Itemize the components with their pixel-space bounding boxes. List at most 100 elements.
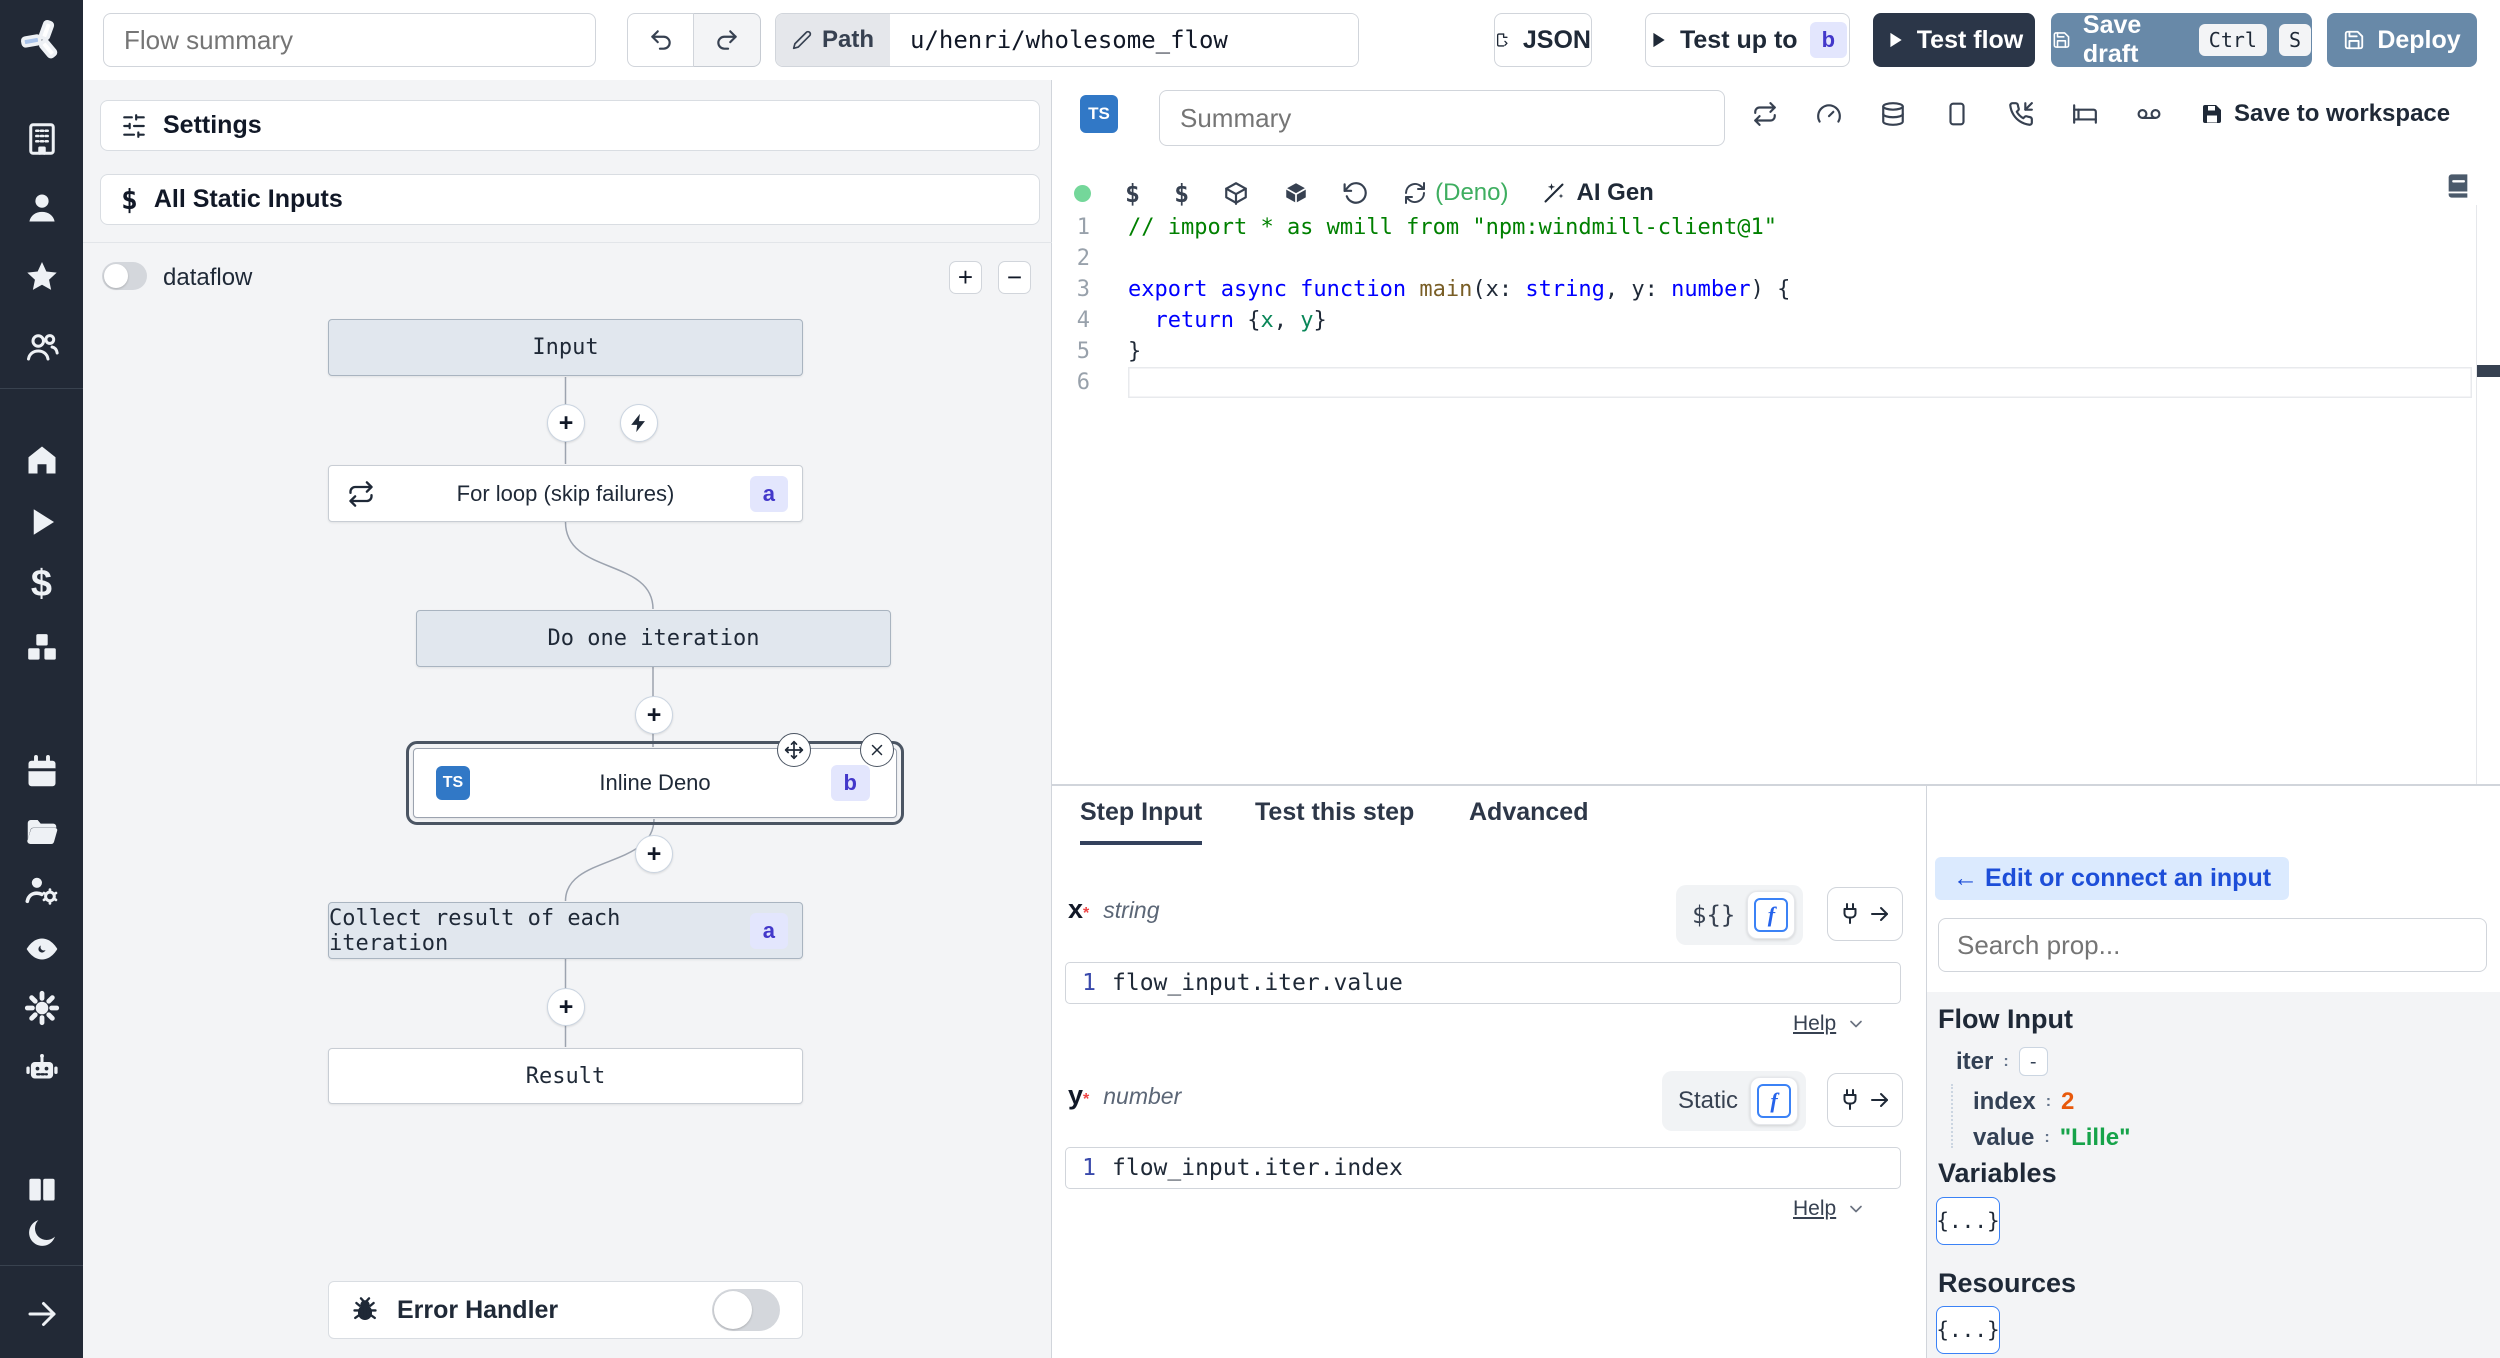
- step-config-panel: Step Input Test this step Advanced x* str…: [1052, 784, 1926, 1358]
- concurrency-gauge-icon[interactable]: [1816, 101, 1842, 127]
- flow-node-for-loop[interactable]: For loop (skip failures) a: [328, 465, 803, 522]
- package-box-filled-icon[interactable]: [1283, 180, 1309, 206]
- save-draft-label: Save draft: [2082, 11, 2142, 68]
- error-handler-toggle[interactable]: [712, 1289, 780, 1331]
- search-prop-input[interactable]: [1938, 918, 2487, 972]
- package-box-icon[interactable]: [1223, 180, 1249, 206]
- save-to-workspace-label: Save to workspace: [2234, 100, 2451, 127]
- test-flow-button[interactable]: Test flow: [1873, 13, 2035, 67]
- field-x-mode-toggle[interactable]: ${} f: [1676, 885, 1804, 945]
- folders-icon[interactable]: [0, 810, 83, 854]
- settings-gear-icon[interactable]: [0, 986, 83, 1030]
- variables-dollar-icon[interactable]: $: [1174, 179, 1189, 208]
- save-to-workspace-button[interactable]: Save to workspace: [2200, 100, 2450, 128]
- flow-node-result[interactable]: Result: [328, 1048, 803, 1104]
- phone-incoming-icon[interactable]: [2008, 101, 2034, 127]
- step-summary-input[interactable]: [1159, 90, 1725, 146]
- flow-node-do-one-iteration[interactable]: Do one iteration: [416, 610, 891, 667]
- library-book-icon[interactable]: [2444, 172, 2472, 200]
- zoom-out-button[interactable]: −: [998, 261, 1031, 294]
- error-handler-row[interactable]: Error Handler: [328, 1281, 803, 1339]
- reload-deno-button[interactable]: (Deno): [1403, 179, 1508, 207]
- flow-node-collect-result[interactable]: Collect result of each iteration a: [328, 902, 803, 959]
- field-y-connect-button[interactable]: [1827, 1073, 1903, 1127]
- deploy-label: Deploy: [2377, 25, 2461, 54]
- sidebar: $: [0, 0, 83, 1358]
- workspace-building-icon[interactable]: [0, 117, 83, 161]
- home-icon[interactable]: [0, 438, 83, 482]
- sleep-bed-icon[interactable]: [2072, 101, 2098, 127]
- tree-row-index[interactable]: index : 2: [1973, 1088, 2074, 1116]
- add-step-button[interactable]: +: [635, 696, 673, 734]
- redo-button[interactable]: [694, 13, 761, 67]
- code-editor[interactable]: // import * as wmill from "npm:windmill-…: [1128, 212, 2472, 398]
- ai-robot-icon[interactable]: [0, 1046, 83, 1090]
- resources-boxes-icon[interactable]: [0, 625, 83, 669]
- mobile-square-icon[interactable]: [1944, 101, 1970, 127]
- javascript-expr-mode-label[interactable]: ${}: [1692, 901, 1735, 929]
- save-icon: [2345, 30, 2364, 50]
- static-mode-label[interactable]: Static: [1678, 1087, 1738, 1115]
- retry-repeat-icon[interactable]: [1752, 101, 1778, 127]
- json-button[interactable]: JSON: [1494, 13, 1592, 67]
- user-icon[interactable]: [0, 186, 83, 230]
- edit-or-connect-chip[interactable]: ← Edit or connect an input: [1935, 857, 2290, 900]
- docs-books-icon[interactable]: [0, 1168, 83, 1212]
- add-step-button[interactable]: +: [635, 835, 673, 873]
- dataflow-toggle[interactable]: [102, 262, 147, 290]
- zoom-in-button[interactable]: +: [949, 261, 982, 294]
- variables-dollar-icon[interactable]: $: [0, 562, 83, 606]
- cache-database-icon[interactable]: [1880, 101, 1906, 127]
- tab-test-this-step[interactable]: Test this step: [1255, 798, 1414, 841]
- windmill-logo-icon[interactable]: [0, 18, 83, 62]
- schedules-calendar-icon[interactable]: [0, 750, 83, 794]
- step-id-badge: a: [749, 912, 788, 949]
- field-y-mode-toggle[interactable]: Static f: [1662, 1071, 1807, 1131]
- variables-object-button[interactable]: {...}: [1936, 1197, 2000, 1245]
- test-up-to-button[interactable]: Test up to b: [1645, 13, 1850, 67]
- assets-dollar-icon[interactable]: $: [1125, 179, 1140, 208]
- path-chip[interactable]: Path: [776, 14, 890, 66]
- runs-play-icon[interactable]: [0, 500, 83, 544]
- deploy-button[interactable]: Deploy: [2327, 13, 2477, 67]
- field-y-expression-input[interactable]: 1 flow_input.iter.index: [1065, 1147, 1901, 1189]
- field-y-help-link[interactable]: Help: [1793, 1197, 1866, 1221]
- reset-rotate-ccw-icon[interactable]: [1343, 180, 1369, 206]
- flow-summary-input[interactable]: [103, 13, 596, 67]
- add-trigger-bolt-button[interactable]: [620, 404, 658, 442]
- ai-gen-button[interactable]: AI Gen: [1542, 179, 1654, 207]
- users-icon[interactable]: [0, 325, 83, 369]
- all-static-inputs-button[interactable]: $ All Static Inputs: [100, 174, 1040, 225]
- groups-gear-icon[interactable]: [0, 868, 83, 912]
- undo-button[interactable]: [627, 13, 694, 67]
- path-editor[interactable]: Path: [775, 13, 1359, 67]
- field-x-help-link[interactable]: Help: [1793, 1012, 1866, 1036]
- field-x-expression-input[interactable]: 1 flow_input.iter.value: [1065, 962, 1901, 1004]
- function-mode-button[interactable]: f: [1747, 891, 1796, 939]
- field-x-connect-button[interactable]: [1827, 887, 1903, 941]
- add-step-button[interactable]: +: [547, 404, 585, 442]
- dark-mode-moon-icon[interactable]: [0, 1211, 83, 1255]
- file-json-icon: [1496, 33, 1508, 47]
- move-node-handle[interactable]: [777, 733, 811, 767]
- tab-step-input[interactable]: Step Input: [1080, 798, 1203, 845]
- flow-node-input[interactable]: Input: [328, 319, 803, 376]
- add-step-button[interactable]: +: [547, 988, 585, 1026]
- tab-advanced[interactable]: Advanced: [1469, 798, 1588, 841]
- flow-settings-button[interactable]: Settings: [100, 100, 1040, 151]
- delete-node-button[interactable]: [860, 733, 894, 767]
- expand-sidebar-arrow-icon[interactable]: [0, 1292, 83, 1336]
- path-input[interactable]: [890, 14, 1358, 66]
- audit-eye-icon[interactable]: [0, 927, 83, 971]
- plug-icon: [1843, 1089, 1857, 1110]
- collapse-button[interactable]: -: [2018, 1047, 2048, 1076]
- star-icon[interactable]: [0, 255, 83, 299]
- node-label: Inline Deno: [599, 770, 711, 795]
- voicemail-icon[interactable]: [2136, 101, 2162, 127]
- resources-object-button[interactable]: {...}: [1936, 1306, 2000, 1354]
- save-draft-button[interactable]: Save draft Ctrl S: [2051, 11, 2312, 68]
- tree-row-value[interactable]: value : "Lille": [1973, 1124, 2130, 1152]
- tree-row-iter[interactable]: iter : -: [1956, 1047, 2048, 1076]
- function-mode-button[interactable]: f: [1750, 1077, 1799, 1125]
- flow-node-inline-deno[interactable]: TS Inline Deno b: [406, 733, 904, 825]
